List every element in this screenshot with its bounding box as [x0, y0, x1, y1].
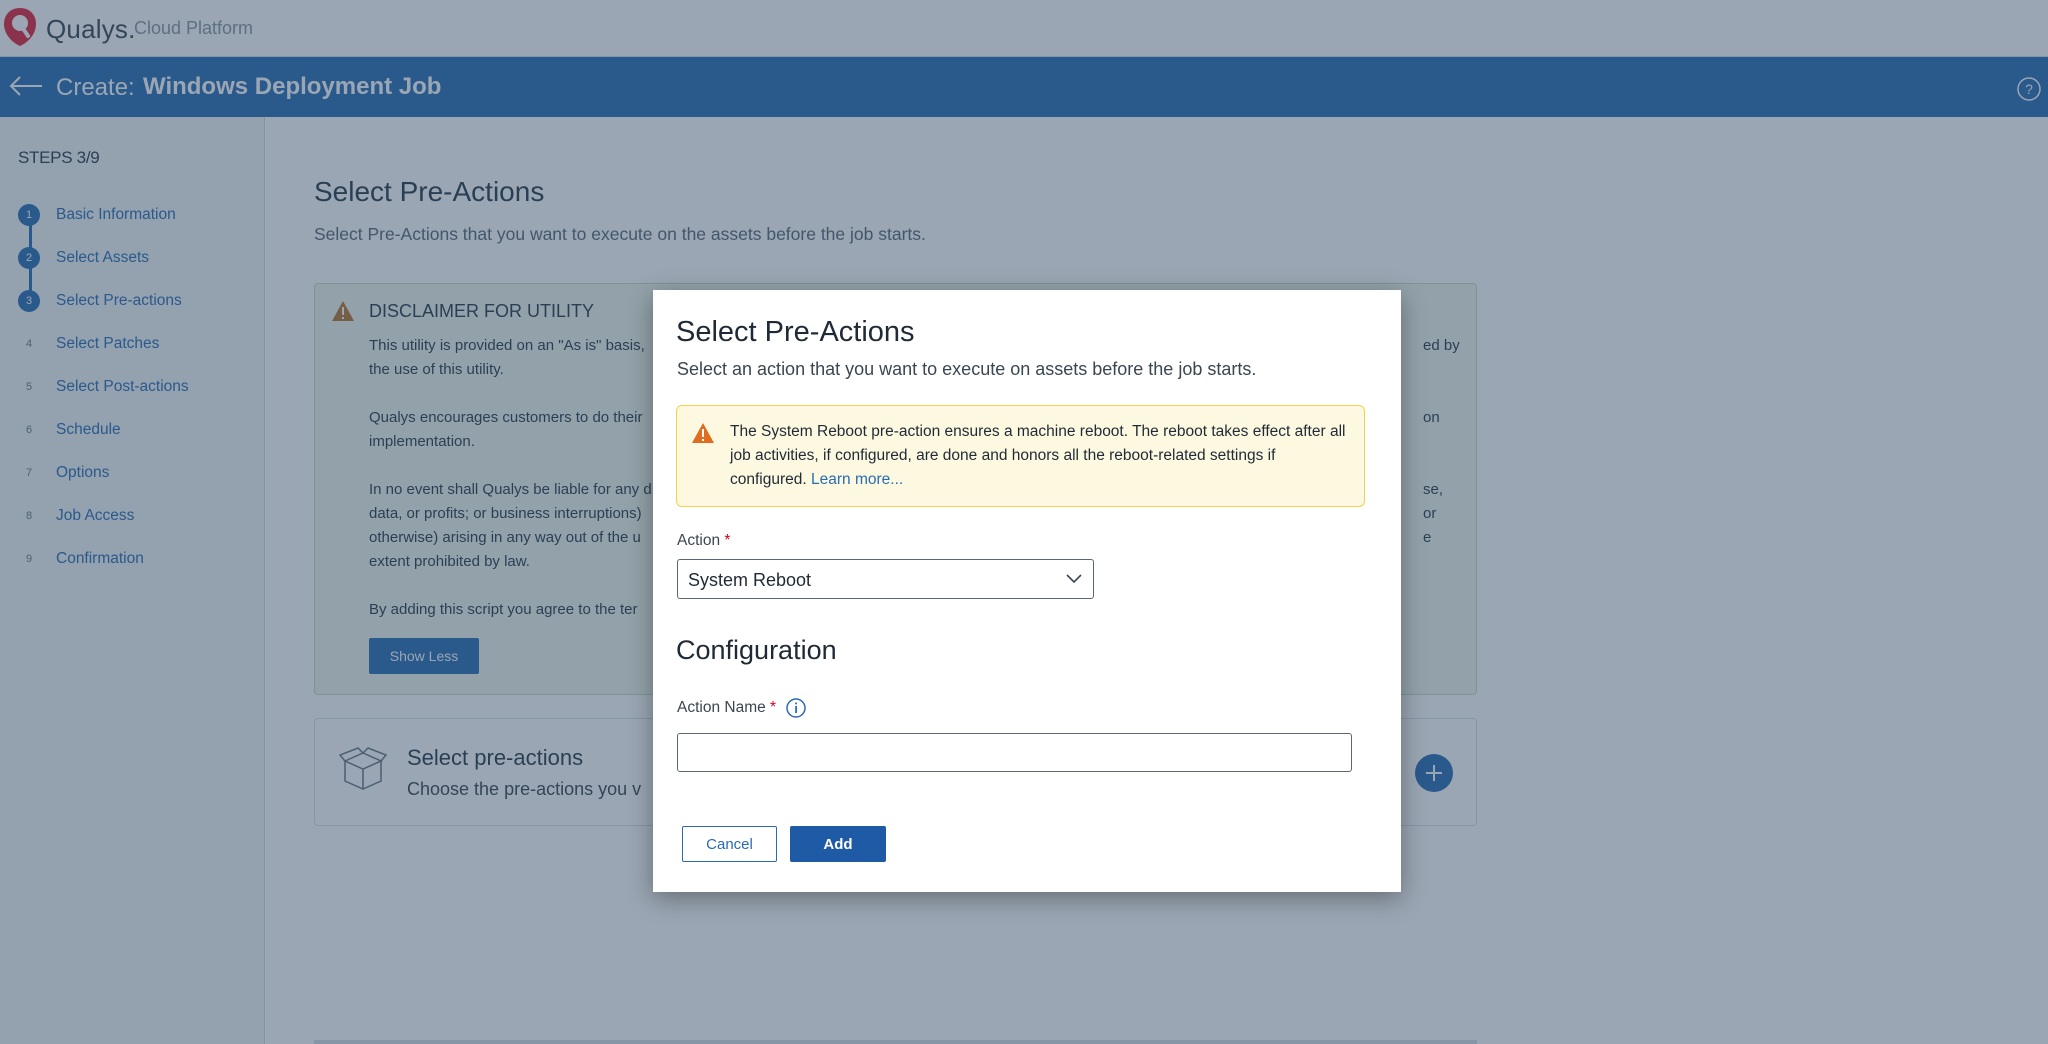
cancel-button[interactable]: Cancel — [682, 826, 777, 862]
required-mark: * — [724, 532, 731, 549]
action-name-input[interactable] — [677, 733, 1352, 772]
select-pre-actions-dialog: Select Pre-Actions Select an action that… — [653, 290, 1401, 892]
action-label-text: Action — [677, 532, 721, 549]
action-select-value: System Reboot — [688, 570, 812, 590]
reboot-warning-alert: The System Reboot pre-action ensures a m… — [676, 405, 1365, 507]
chevron-down-icon — [1066, 574, 1082, 584]
action-select[interactable]: System Reboot — [677, 559, 1094, 599]
dialog-subtitle: Select an action that you want to execut… — [677, 359, 1257, 379]
dialog-title: Select Pre-Actions — [676, 316, 915, 348]
warning-icon — [692, 423, 714, 443]
add-button[interactable]: Add — [790, 826, 886, 862]
info-icon[interactable] — [785, 697, 807, 719]
action-name-label-text: Action Name — [677, 699, 766, 716]
configuration-heading: Configuration — [676, 635, 837, 665]
alert-text: The System Reboot pre-action ensures a m… — [730, 420, 1350, 492]
action-name-label: Action Name * — [677, 699, 776, 717]
action-label: Action * — [677, 532, 730, 550]
required-mark: * — [770, 699, 777, 716]
learn-more-link[interactable]: Learn more... — [811, 471, 903, 488]
